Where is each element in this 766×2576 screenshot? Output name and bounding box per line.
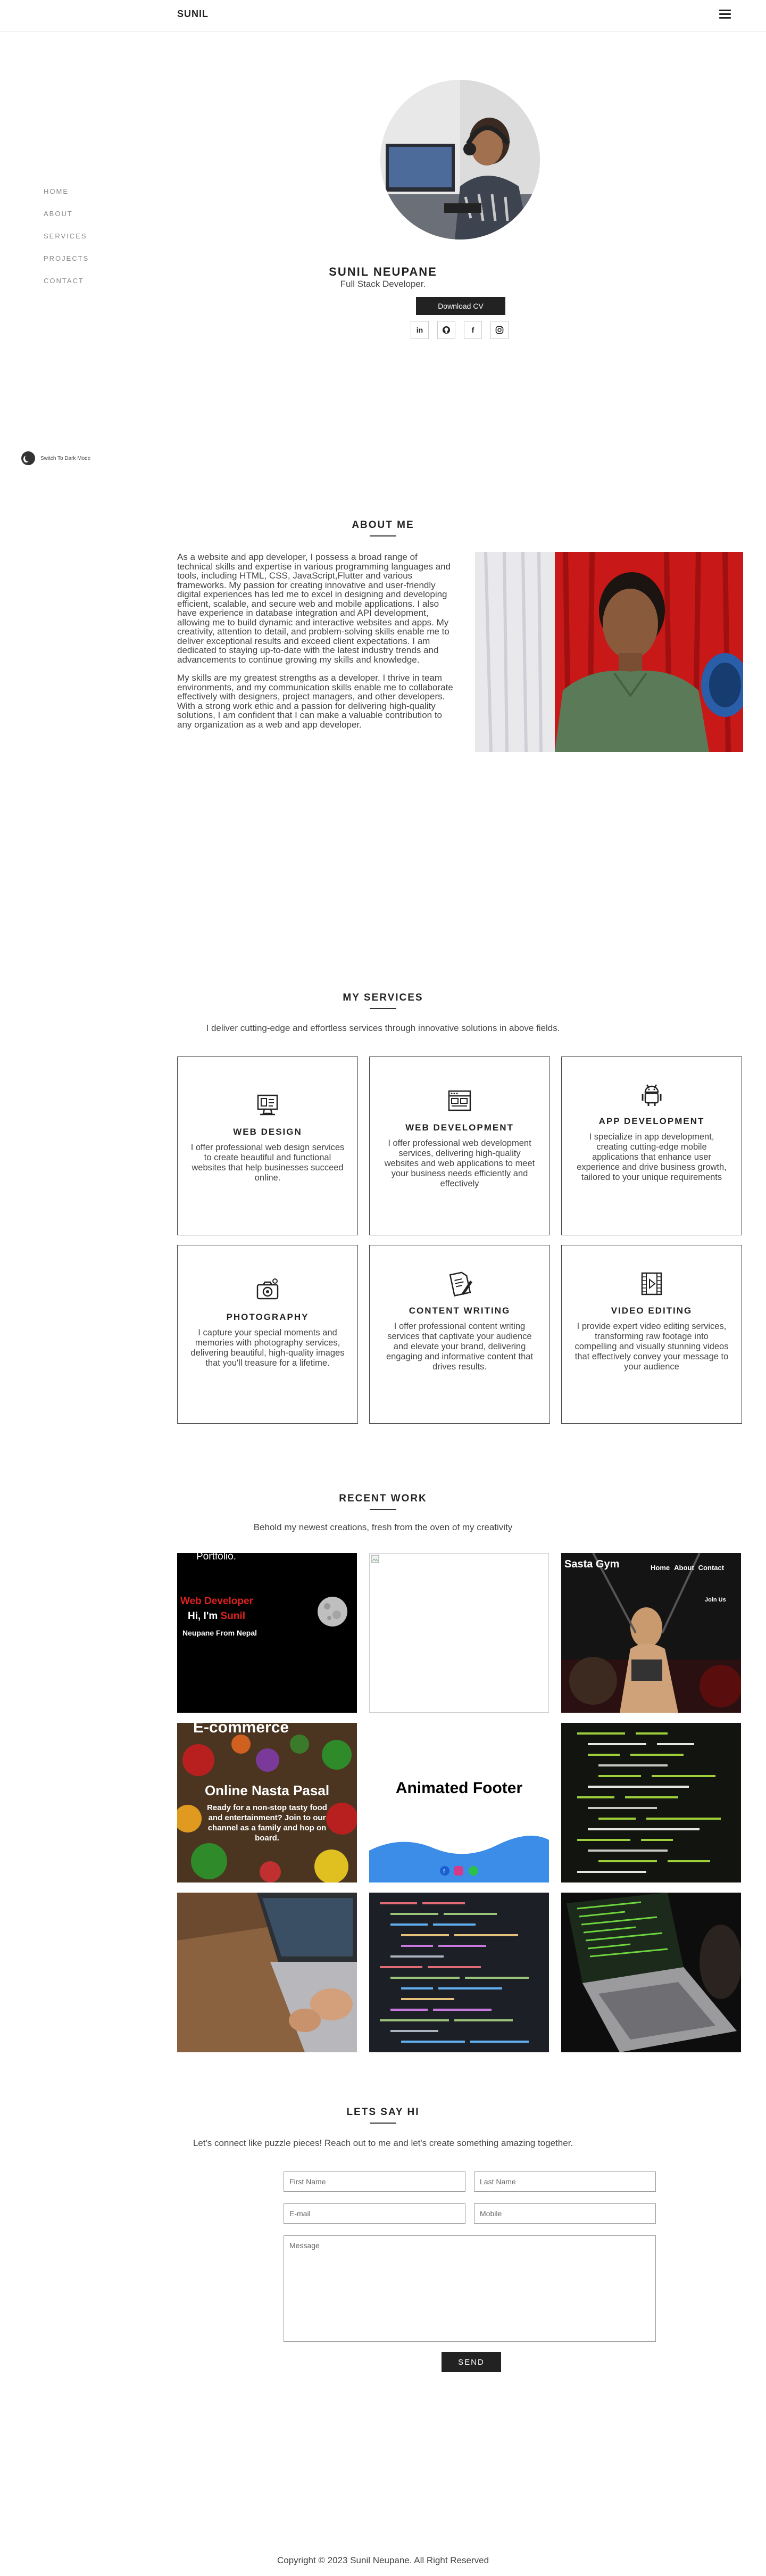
gym-nav-home: Home (651, 1564, 670, 1572)
project-portfolio-top: Portfolio. (196, 1553, 236, 1562)
about-text: As a website and app developer, I posses… (177, 552, 454, 738)
about-paragraph: My skills are my greatest strengths as a… (177, 673, 453, 730)
project-portfolio-line3: Neupane From Nepal (182, 1629, 257, 1637)
gym-nav-about: About (674, 1564, 694, 1572)
contact-subtitle: Let's connect like puzzle pieces! Reach … (193, 2138, 573, 2148)
service-title: WEB DESIGN (233, 1127, 302, 1137)
project-laptop-desk[interactable] (177, 1893, 357, 2052)
moon-icon (21, 451, 35, 465)
service-description: I offer professional content writing ser… (386, 1322, 534, 1372)
about-photo (475, 552, 743, 752)
service-title: VIDEO EDITING (611, 1306, 693, 1316)
project-laptop-code[interactable] (561, 1893, 741, 2052)
broken-image-icon (371, 1555, 379, 1563)
android-icon (642, 1084, 662, 1106)
work-subtitle: Behold my newest creations, fresh from t… (253, 1522, 513, 1532)
ecommerce-header: E-commerce (193, 1723, 289, 1736)
service-card-photography[interactable]: PHOTOGRAPHY I capture your special momen… (177, 1245, 358, 1424)
last-name-input[interactable] (474, 2172, 656, 2192)
service-title: WEB DEVELOPMENT (405, 1122, 514, 1133)
project-sasta-gym[interactable]: Sasta Gym Home About Contact Join Us (561, 1553, 741, 1713)
brand-logo[interactable]: SUNIL (177, 9, 209, 20)
services-title-underline (370, 1008, 396, 1009)
mobile-input[interactable] (474, 2203, 656, 2224)
service-description: I capture your special moments and memor… (190, 1328, 345, 1368)
profile-avatar (380, 80, 540, 240)
service-title: CONTENT WRITING (409, 1306, 511, 1316)
nav-home[interactable]: HOME (44, 186, 89, 209)
service-card-web-development[interactable]: WEB DEVELOPMENT I offer professional web… (369, 1056, 550, 1235)
services-subtitle: I deliver cutting-edge and effortless se… (206, 1023, 560, 1033)
contact-title: LETS SAY HI (346, 2107, 420, 2118)
nav-services[interactable]: SERVICES (44, 231, 89, 253)
code-screenshot-image (561, 1723, 741, 1883)
email-input[interactable] (284, 2203, 465, 2224)
code-screenshot-image (369, 1893, 549, 2052)
work-title-underline (370, 1509, 396, 1510)
laptop-code-image (561, 1893, 741, 2052)
contact-title-underline (370, 2123, 396, 2124)
project-broken-image[interactable] (369, 1553, 549, 1713)
service-title: PHOTOGRAPHY (226, 1312, 309, 1322)
gym-image (561, 1553, 741, 1713)
facebook-icon[interactable]: f (464, 321, 482, 339)
hero-name: SUNIL NEUPANE (329, 265, 437, 278)
hero-role: Full Stack Developer. (340, 279, 426, 289)
ecommerce-text: Ready for a non-stop tasty food and ente… (207, 1803, 327, 1843)
work-title: RECENT WORK (339, 1493, 427, 1504)
github-icon[interactable] (437, 321, 455, 339)
send-button[interactable]: SEND (442, 2352, 501, 2372)
camera-icon (256, 1278, 279, 1300)
about-paragraph: As a website and app developer, I posses… (177, 552, 451, 665)
service-card-video-editing[interactable]: VIDEO EDITING I provide expert video edi… (561, 1245, 742, 1424)
project-portfolio-line1: Web Developer (180, 1596, 253, 1607)
service-title: APP DEVELOPMENT (598, 1116, 705, 1126)
monitor-icon (257, 1094, 278, 1116)
project-portfolio-hi: Hi, I'm (188, 1611, 221, 1622)
ecommerce-title: Online Nasta Pasal (204, 1782, 330, 1798)
instagram-icon[interactable] (490, 321, 509, 339)
hamburger-menu-icon[interactable] (719, 10, 731, 20)
gym-nav: Home About Contact (651, 1564, 724, 1572)
nav-about[interactable]: ABOUT (44, 209, 89, 231)
message-textarea[interactable] (284, 2235, 656, 2342)
about-title: ABOUT ME (352, 519, 414, 531)
social-links: in f (411, 321, 509, 339)
project-portfolio[interactable]: Portfolio. Web Developer Hi, I'm Sunil N… (177, 1553, 357, 1713)
project-animated-footer[interactable]: Animated Footer f (369, 1723, 549, 1883)
service-description: I offer professional web development ser… (384, 1138, 535, 1188)
wave-footer-image: f (369, 1836, 549, 1883)
document-pen-icon (449, 1272, 472, 1297)
service-description: I provide expert video editing services,… (574, 1322, 729, 1372)
top-navbar: SUNIL (0, 0, 766, 32)
download-cv-button[interactable]: Download CV (416, 297, 505, 315)
dark-mode-toggle[interactable]: Switch To Dark Mode (21, 451, 90, 465)
service-description: I offer professional web design services… (190, 1143, 345, 1183)
gym-logo: Sasta Gym (564, 1558, 620, 1570)
service-card-web-design[interactable]: WEB DESIGN I offer professional web desi… (177, 1056, 358, 1235)
dark-mode-label: Switch To Dark Mode (40, 455, 91, 461)
footer-copyright: Copyright © 2023 Sunil Neupane. All Righ… (277, 2555, 489, 2565)
first-name-input[interactable] (284, 2172, 465, 2192)
gym-nav-contact: Contact (698, 1564, 725, 1572)
animated-footer-title: Animated Footer (395, 1779, 523, 1797)
project-portfolio-name: Sunil (220, 1611, 245, 1622)
service-description: I specialize in app development, creatin… (577, 1132, 727, 1182)
browser-window-icon (448, 1090, 471, 1111)
project-ecommerce[interactable]: E-commerce Online Nasta Pasal Ready for … (177, 1723, 357, 1883)
service-card-content-writing[interactable]: CONTENT WRITING I offer professional con… (369, 1245, 550, 1424)
project-code-1[interactable] (561, 1723, 741, 1883)
gym-cta: Join Us (705, 1597, 726, 1603)
film-play-icon (641, 1272, 662, 1295)
service-card-app-development[interactable]: APP DEVELOPMENT I specialize in app deve… (561, 1056, 742, 1235)
moon-image (318, 1597, 347, 1626)
laptop-desk-image (177, 1893, 357, 2052)
services-title: MY SERVICES (343, 992, 423, 1003)
project-code-2[interactable] (369, 1893, 549, 2052)
linkedin-icon[interactable]: in (411, 321, 429, 339)
project-portfolio-line2: Hi, I'm Sunil (188, 1611, 245, 1622)
about-title-underline (370, 535, 396, 536)
